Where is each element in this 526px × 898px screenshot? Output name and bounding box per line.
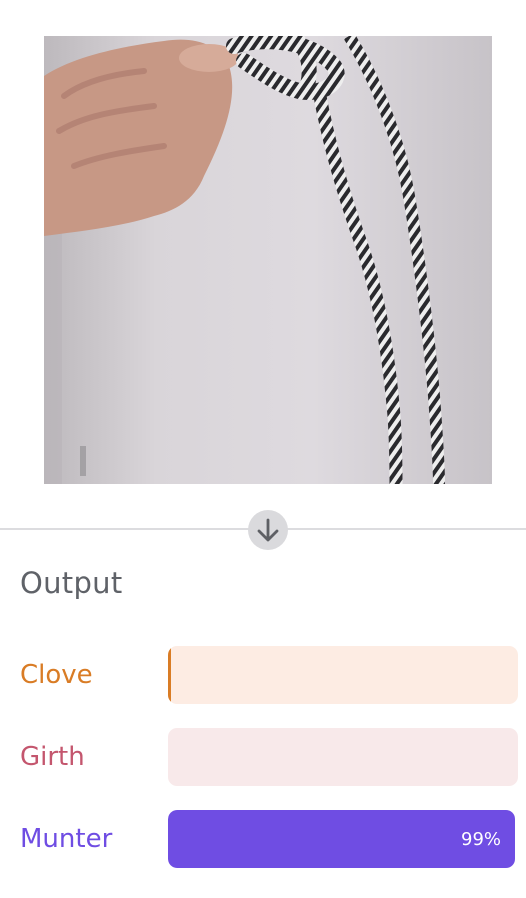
- rope-knot-image: [44, 36, 492, 484]
- prediction-row-clove: Clove: [0, 646, 526, 704]
- prediction-label: Girth: [20, 742, 85, 772]
- arrow-down-icon: [257, 518, 279, 542]
- output-title: Output: [20, 566, 123, 600]
- prediction-row-girth: Girth: [0, 728, 526, 786]
- prediction-label: Clove: [20, 660, 93, 690]
- input-photo: [44, 36, 492, 484]
- arrow-down-button[interactable]: [248, 510, 288, 550]
- prediction-bar-track: [168, 646, 518, 704]
- prediction-label: Munter: [20, 824, 113, 854]
- prediction-bar-track: [168, 728, 518, 786]
- prediction-percent: 99%: [461, 829, 502, 850]
- prediction-row-munter: Munter 99%: [0, 810, 526, 868]
- prediction-bar-fill: [168, 646, 171, 704]
